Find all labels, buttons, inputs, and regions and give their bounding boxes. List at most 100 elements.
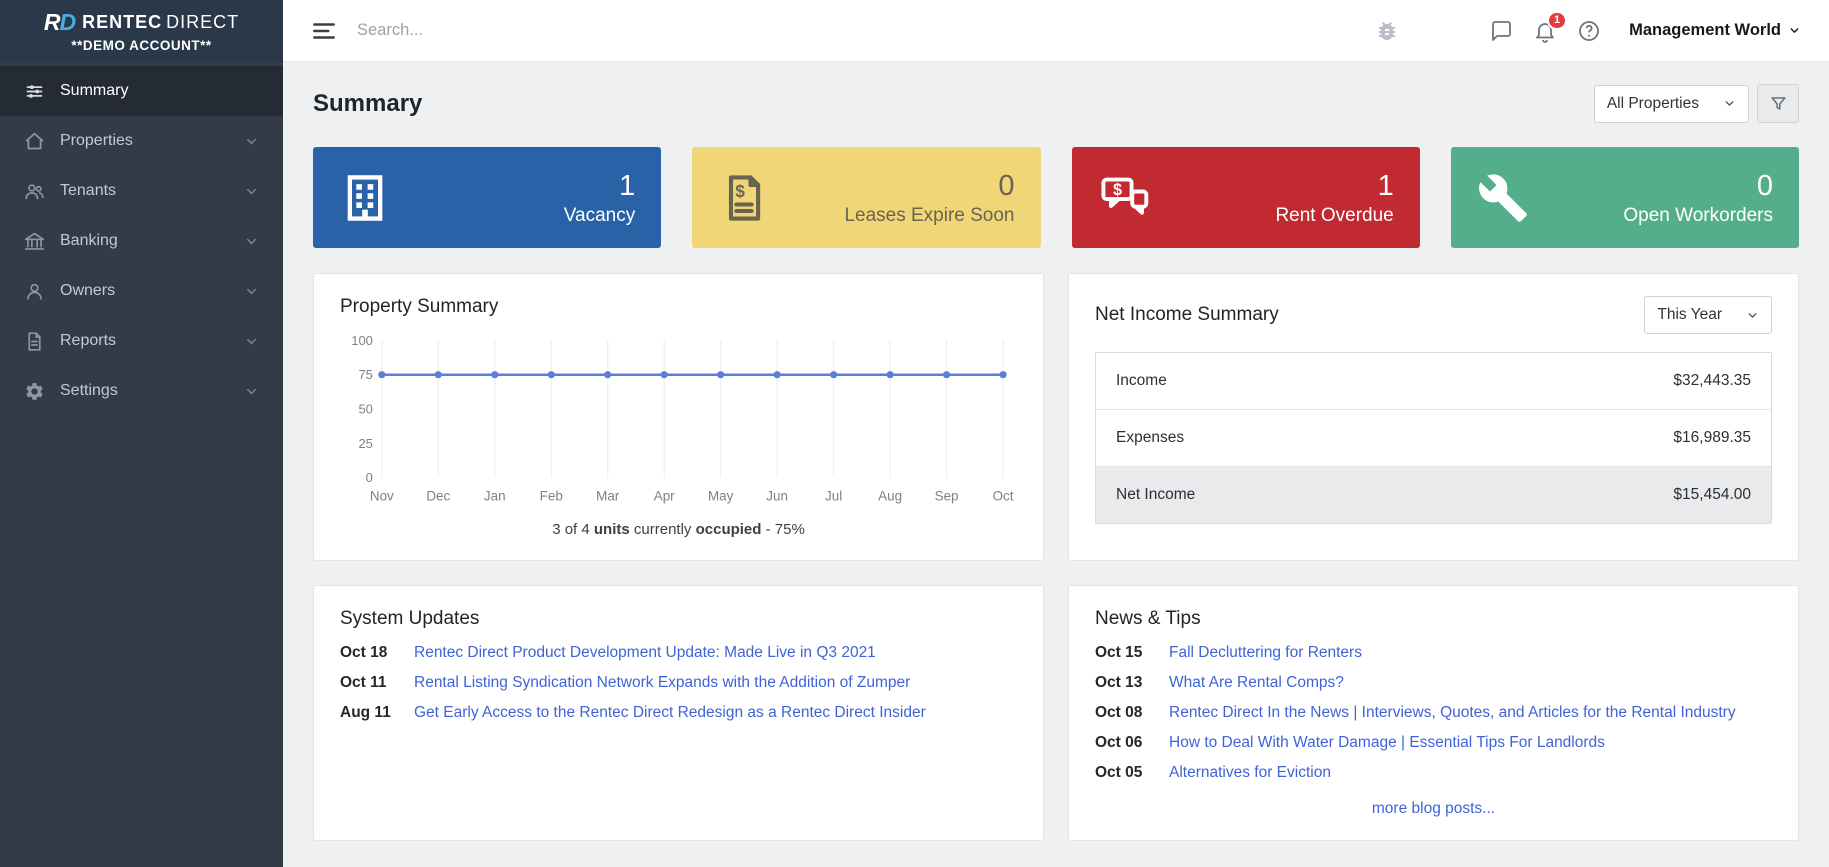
- post-date: Oct 13: [1095, 674, 1143, 691]
- sidebar-item-settings[interactable]: Settings: [0, 366, 283, 416]
- period-value: This Year: [1657, 306, 1722, 323]
- list-item: Oct 08 Rentec Direct In the News | Interv…: [1095, 704, 1772, 722]
- table-row: Expenses $16,989.35: [1096, 410, 1771, 467]
- svg-text:Jun: Jun: [766, 489, 788, 504]
- caption-segment: occupied: [695, 521, 762, 538]
- main-column: 1 Management World Summary All Propertie…: [283, 0, 1829, 867]
- post-date: Oct 06: [1095, 734, 1143, 751]
- gear-icon: [24, 381, 45, 402]
- invoice-icon: $: [718, 172, 770, 224]
- svg-text:100: 100: [351, 333, 373, 348]
- row-value: $16,989.35: [1673, 429, 1751, 446]
- net-income-table: Income $32,443.35 Expenses $16,989.35 Net In…: [1095, 352, 1772, 524]
- post-date: Oct 18: [340, 644, 388, 661]
- content-area: Summary All Properties 1 Vacancy $0 Leases …: [283, 62, 1829, 867]
- home-icon: [24, 131, 45, 152]
- list-item: Oct 11 Rental Listing Syndication Network…: [340, 674, 1017, 692]
- logo-wordmark: RD RENTEC DIRECT: [44, 9, 239, 36]
- occupancy-chart: 0 25 50 75 100 Nov Dec Jan Feb Mar Apr May Jun Jul Aug…: [351, 333, 1014, 504]
- funnel-icon: [1770, 97, 1786, 110]
- panel-title: Property Summary: [340, 296, 499, 317]
- period-select[interactable]: This Year: [1644, 296, 1772, 334]
- rd-logo-icon: RD: [43, 9, 76, 35]
- sidebar-item-reports[interactable]: Reports: [0, 316, 283, 366]
- equalizer-icon: [24, 81, 45, 102]
- property-filter-select[interactable]: All Properties: [1593, 84, 1749, 123]
- more-blog-posts-link[interactable]: more blog posts...: [1095, 800, 1772, 818]
- bug-report-icon[interactable]: [1375, 19, 1399, 43]
- post-link[interactable]: How to Deal With Water Damage | Essentia…: [1169, 734, 1605, 752]
- post-date: Aug 11: [340, 704, 391, 721]
- bank-icon: [24, 231, 45, 252]
- row-value: $32,443.35: [1673, 372, 1751, 389]
- sidebar-item-tenants[interactable]: Tenants: [0, 166, 283, 216]
- sidebar-item-banking[interactable]: Banking: [0, 216, 283, 266]
- post-link[interactable]: Rentec Direct Product Development Update…: [414, 644, 876, 662]
- svg-text:75: 75: [358, 367, 372, 382]
- list-item: Aug 11 Get Early Access to the Rentec Dir…: [340, 704, 1017, 722]
- sidebar-nav: Summary Properties Tenants Banking Owners Rep…: [0, 62, 283, 416]
- chevron-down-icon: [244, 234, 259, 249]
- chat-icon[interactable]: [1489, 19, 1513, 43]
- filter-button[interactable]: [1757, 84, 1799, 123]
- account-menu[interactable]: Management World: [1629, 21, 1801, 40]
- net-income-panel: Net Income Summary This Year Income $32,4…: [1068, 273, 1799, 561]
- stat-label: Leases Expire Soon: [844, 204, 1015, 226]
- row-label: Expenses: [1116, 429, 1185, 446]
- chevron-down-icon: [1788, 24, 1801, 37]
- panel-title: News & Tips: [1095, 608, 1201, 629]
- property-summary-panel: Property Summary 0 25 50 75 100 Nov Dec Jan Feb M…: [313, 273, 1044, 561]
- person-icon: [24, 281, 45, 302]
- chevron-down-icon: [1746, 309, 1759, 322]
- sidebar-item-properties[interactable]: Properties: [0, 116, 283, 166]
- svg-text:Nov: Nov: [370, 489, 394, 504]
- menu-icon[interactable]: [311, 18, 337, 44]
- stat-label: Rent Overdue: [1275, 204, 1394, 226]
- news-tips-panel: News & Tips Oct 15 Fall Decluttering for …: [1068, 585, 1799, 841]
- sidebar-item-owners[interactable]: Owners: [0, 266, 283, 316]
- search-input[interactable]: [357, 21, 1356, 40]
- stat-card-open-workorders[interactable]: 0 Open Workorders: [1450, 147, 1799, 248]
- property-filter-value: All Properties: [1606, 94, 1699, 112]
- caption-segment: currently: [629, 521, 696, 538]
- svg-text:0: 0: [366, 470, 373, 485]
- row-label: Net Income: [1116, 486, 1196, 503]
- svg-text:May: May: [708, 489, 734, 504]
- post-date: Oct 15: [1095, 644, 1143, 661]
- occupancy-chart-container: 0 25 50 75 100 Nov Dec Jan Feb Mar Apr May Jun Jul Aug…: [340, 328, 1017, 515]
- demo-account-label: **DEMO ACCOUNT**: [71, 38, 212, 53]
- svg-text:Dec: Dec: [426, 489, 450, 504]
- post-date: Oct 11: [340, 674, 387, 691]
- post-link[interactable]: Fall Decluttering for Renters: [1169, 644, 1362, 662]
- topbar: 1 Management World: [283, 0, 1829, 62]
- sidebar-item-label: Tenants: [60, 182, 117, 199]
- help-icon[interactable]: [1577, 19, 1601, 43]
- post-link[interactable]: Get Early Access to the Rentec Direct Re…: [414, 704, 926, 722]
- stat-label: Open Workorders: [1623, 204, 1773, 226]
- stat-card-rent-overdue[interactable]: $1 Rent Overdue: [1071, 147, 1420, 248]
- svg-text:25: 25: [358, 436, 372, 451]
- chevron-down-icon: [1723, 97, 1736, 110]
- chevron-down-icon: [244, 334, 259, 349]
- svg-text:Aug: Aug: [878, 489, 902, 504]
- sidebar-item-summary[interactable]: Summary: [0, 66, 283, 116]
- svg-text:$: $: [736, 181, 746, 201]
- stat-card-leases-expire-soon[interactable]: $0 Leases Expire Soon: [692, 147, 1041, 248]
- occupancy-caption: 3 of 4 units currently occupied - 75%: [340, 521, 1017, 538]
- chevron-down-icon: [244, 284, 259, 299]
- post-link[interactable]: What Are Rental Comps?: [1169, 674, 1344, 692]
- row-label: Income: [1116, 372, 1167, 389]
- building-icon: [339, 172, 391, 224]
- post-link[interactable]: Rental Listing Syndication Network Expan…: [414, 674, 910, 692]
- post-link[interactable]: Alternatives for Eviction: [1169, 764, 1331, 782]
- svg-text:Apr: Apr: [654, 489, 675, 504]
- wrench-icon: [1477, 172, 1529, 224]
- app-logo[interactable]: RD RENTEC DIRECT **DEMO ACCOUNT**: [0, 0, 283, 62]
- chevron-down-icon: [244, 134, 259, 149]
- svg-text:50: 50: [358, 402, 372, 417]
- stat-card-vacancy[interactable]: 1 Vacancy: [313, 147, 662, 248]
- svg-text:Feb: Feb: [540, 489, 563, 504]
- bell-icon[interactable]: 1: [1533, 10, 1568, 43]
- post-link[interactable]: Rentec Direct In the News | Interviews, …: [1169, 704, 1736, 722]
- list-item: Oct 13 What Are Rental Comps?: [1095, 674, 1772, 692]
